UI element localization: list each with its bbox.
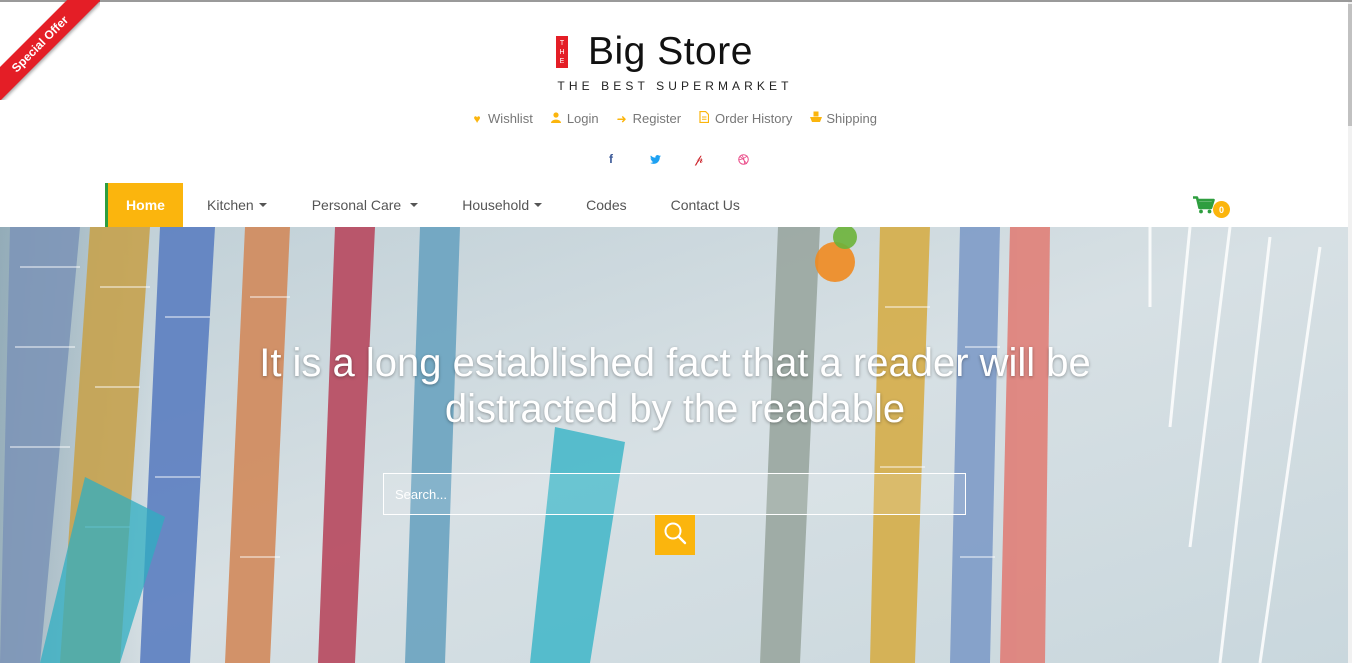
nav-household-label: Household <box>462 197 530 213</box>
pinterest-icon[interactable]: 𝓅 <box>692 152 706 166</box>
caret-down-icon <box>534 203 543 207</box>
nav-household[interactable]: Household <box>462 197 543 213</box>
caret-down-icon <box>410 203 419 207</box>
ship-icon <box>809 111 823 126</box>
user-icon <box>550 111 562 126</box>
file-icon <box>698 110 710 126</box>
nav-personal-care[interactable]: Personal Care <box>312 197 419 213</box>
search-button[interactable] <box>655 515 695 555</box>
twitter-icon[interactable] <box>648 152 662 166</box>
cart-button[interactable]: 0 <box>1193 196 1233 218</box>
social-links: f 𝓅 <box>0 152 1348 166</box>
nav-contact[interactable]: Contact Us <box>671 197 740 213</box>
facebook-icon[interactable]: f <box>604 152 618 166</box>
wishlist-link[interactable]: ♥ Wishlist <box>471 111 533 126</box>
login-link[interactable]: Login <box>550 111 599 126</box>
scrollbar-thumb[interactable] <box>1348 4 1352 126</box>
arrow-right-icon: ➜ <box>616 111 627 126</box>
nav-kitchen[interactable]: Kitchen <box>207 197 267 213</box>
shipping-link[interactable]: Shipping <box>809 111 877 126</box>
order-history-link[interactable]: Order History <box>698 110 793 126</box>
top-links: ♥ Wishlist Login ➜ Register Order Histor… <box>0 110 1348 126</box>
site-logo[interactable]: T H E Big Store <box>556 32 753 72</box>
hero-headline: It is a long established fact that a rea… <box>259 341 1091 431</box>
register-label: Register <box>632 111 682 126</box>
logo-tag-letter: T <box>559 39 565 47</box>
logo-tag: T H E <box>556 36 568 68</box>
search-icon <box>663 521 687 550</box>
hero-background-image <box>0 227 1348 663</box>
nav-personal-care-label: Personal Care <box>311 197 402 213</box>
logo-tag-letter: H <box>559 48 565 56</box>
nav-kitchen-label: Kitchen <box>207 197 254 213</box>
logo-title: Big Store <box>588 30 753 73</box>
shipping-label: Shipping <box>826 111 877 126</box>
logo-tag-letter: E <box>559 57 565 65</box>
search-input[interactable] <box>383 473 966 515</box>
window-top-border <box>0 0 1352 2</box>
site-tagline: THE BEST SUPERMARKET <box>557 79 793 93</box>
nav-codes[interactable]: Codes <box>586 197 626 213</box>
order-history-label: Order History <box>715 111 793 126</box>
wishlist-label: Wishlist <box>488 111 533 126</box>
register-link[interactable]: ➜ Register <box>616 111 681 126</box>
dribbble-icon[interactable] <box>736 152 750 166</box>
cart-icon <box>1193 196 1215 218</box>
login-label: Login <box>566 111 599 126</box>
hero-banner: It is a long established fact that a rea… <box>0 227 1348 663</box>
caret-down-icon <box>258 203 267 207</box>
cart-count-badge: 0 <box>1213 201 1230 218</box>
nav-home[interactable]: Home <box>105 183 183 227</box>
heart-icon: ♥ <box>473 111 481 126</box>
main-nav: Home Kitchen Personal Care Household Cod… <box>105 183 740 227</box>
